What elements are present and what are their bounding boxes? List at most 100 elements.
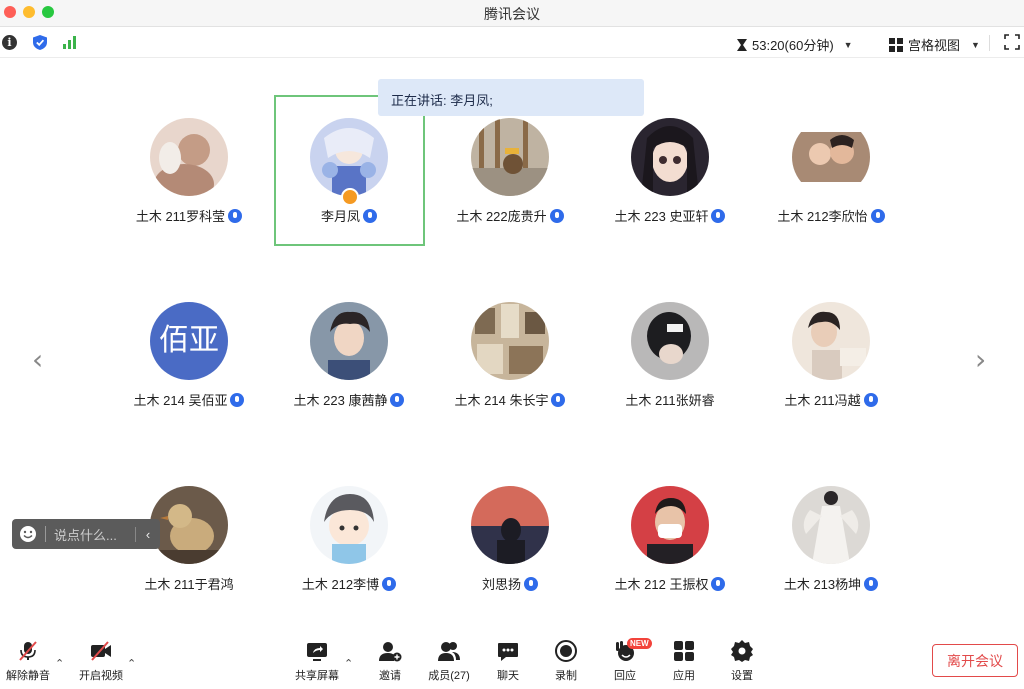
hourglass-icon: [737, 38, 747, 51]
invite-button[interactable]: 邀请: [362, 640, 418, 683]
participant-tile[interactable]: 土木 222庞贵升: [430, 118, 590, 238]
participant-name: 土木 211张妍睿: [625, 393, 715, 408]
emoji-icon[interactable]: [19, 525, 37, 543]
members-button[interactable]: 成员(27): [421, 640, 477, 683]
avatar: [310, 118, 388, 196]
collapse-chevron-icon[interactable]: ‹: [135, 526, 160, 542]
toolbar-divider: [989, 35, 990, 51]
apps-label: 应用: [673, 670, 695, 682]
previous-page-chevron-icon[interactable]: ‹: [32, 343, 43, 376]
participant-tile[interactable]: 土木 211冯越: [751, 302, 911, 422]
leave-meeting-button[interactable]: 离开会议: [932, 644, 1018, 677]
info-icon[interactable]: i: [2, 35, 17, 50]
avatar: [471, 118, 549, 196]
microphone-icon: [870, 209, 885, 223]
title-bar: 腾讯会议: [0, 0, 1024, 27]
avatar: [792, 486, 870, 564]
avatar: [471, 302, 549, 380]
shield-icon[interactable]: [32, 34, 48, 51]
new-badge: NEW: [627, 638, 652, 649]
share-screen-button[interactable]: 共享屏幕: [289, 640, 345, 683]
audio-options-chevron-icon[interactable]: ⌃: [55, 657, 64, 670]
unmute-button[interactable]: 解除静音: [0, 640, 56, 683]
participant-name: 土木 212李博: [301, 577, 380, 592]
members-icon: [438, 642, 460, 661]
participant-tile[interactable]: 土木 211罗科莹: [109, 118, 269, 238]
fullscreen-icon[interactable]: [1004, 34, 1020, 50]
video-options-chevron-icon[interactable]: ⌃: [127, 657, 136, 670]
participant-name: 土木 223 康茜静: [293, 393, 388, 408]
participant-name: 土木 211于君鸿: [144, 577, 234, 592]
participant-tile[interactable]: 李月凤: [269, 118, 429, 238]
view-label: 宫格视图: [908, 38, 961, 53]
avatar: [310, 486, 388, 564]
avatar: 佰亚: [150, 302, 228, 380]
meeting-timer[interactable]: 53:20(60分钟) ▼: [736, 35, 853, 54]
avatar: [631, 486, 709, 564]
microphone-icon: [382, 577, 397, 591]
unmute-label: 解除静音: [6, 670, 50, 682]
avatar: [150, 486, 228, 564]
signal-icon[interactable]: [62, 36, 78, 49]
microphone-icon: [228, 209, 243, 223]
microphone-icon: [711, 577, 726, 591]
gear-icon: [731, 640, 753, 662]
participant-tile[interactable]: 土木 213杨坤: [751, 486, 911, 606]
participant-tile[interactable]: 土木 214 朱长宇: [430, 302, 590, 422]
settings-button[interactable]: 设置: [714, 640, 770, 683]
participant-tile[interactable]: 佰亚 土木 214 吴佰亚: [109, 302, 269, 422]
microphone-icon: [864, 577, 879, 591]
participant-tile[interactable]: 刘思扬: [430, 486, 590, 606]
chat-label: 聊天: [497, 670, 519, 682]
view-selector[interactable]: 宫格视图 ▼: [889, 35, 980, 54]
avatar: [310, 302, 388, 380]
microphone-icon: [711, 209, 726, 223]
participant-name: 土木 211罗科莹: [135, 209, 226, 224]
participant-name: 土木 211冯越: [784, 393, 861, 408]
share-screen-icon: [307, 643, 327, 661]
participant-tile[interactable]: 土木 223 史亚轩: [590, 118, 750, 238]
chat-icon: [498, 643, 518, 661]
avatar: [792, 118, 870, 196]
chat-divider: [45, 526, 46, 542]
record-icon: [555, 640, 577, 662]
avatar: [631, 302, 709, 380]
apps-icon: [674, 641, 694, 661]
next-page-chevron-icon[interactable]: ›: [975, 343, 986, 376]
chat-placeholder[interactable]: 说点什么...: [54, 525, 135, 544]
participant-tile[interactable]: 土木 212李博: [269, 486, 429, 606]
host-badge-icon: [341, 188, 359, 206]
speaking-indicator: 正在讲话: 李月凤;: [378, 79, 644, 116]
video-off-icon: [91, 641, 111, 661]
avatar: [150, 118, 228, 196]
settings-label: 设置: [731, 670, 753, 682]
record-button[interactable]: 录制: [538, 640, 594, 683]
apps-button[interactable]: 应用: [656, 640, 712, 683]
participant-tile[interactable]: 土木 212 王振权: [590, 486, 750, 606]
members-label: 成员(27): [428, 670, 470, 682]
participant-name: 土木 212李欣怡: [777, 209, 868, 224]
chat-button[interactable]: 聊天: [480, 640, 536, 683]
window-title: 腾讯会议: [484, 6, 540, 22]
participant-tile[interactable]: 土木 223 康茜静: [269, 302, 429, 422]
quick-chat-input[interactable]: 说点什么... ‹: [12, 519, 160, 549]
participant-name: 土木 222庞贵升: [456, 209, 547, 224]
meeting-controls-bar: 解除静音 ⌃ 开启视频 ⌃ 共享屏幕 ⌃ 邀请 成员(27) 聊天 录制 NEW…: [0, 628, 1024, 689]
add-user-icon: [379, 642, 402, 662]
avatar: [792, 302, 870, 380]
record-label: 录制: [555, 670, 577, 682]
participant-name: 土木 212 王振权: [614, 577, 709, 592]
microphone-icon: [390, 393, 405, 407]
start-video-button[interactable]: 开启视频: [73, 640, 129, 683]
meeting-topbar: i 53:20(60分钟) ▼ 宫格视图 ▼: [0, 27, 1024, 58]
participant-tile[interactable]: 土木 211张妍睿: [590, 302, 750, 422]
share-options-chevron-icon[interactable]: ⌃: [344, 657, 353, 670]
participant-name: 土木 214 朱长宇: [454, 393, 549, 408]
react-button[interactable]: NEW 回应: [597, 638, 653, 683]
participant-name: 土木 214 吴佰亚: [133, 393, 228, 408]
participant-tile[interactable]: 土木 212李欣怡: [751, 118, 911, 238]
participant-name: 刘思扬: [481, 577, 521, 592]
share-screen-label: 共享屏幕: [295, 670, 339, 682]
microphone-icon: [363, 209, 377, 223]
microphone-icon: [549, 209, 564, 223]
